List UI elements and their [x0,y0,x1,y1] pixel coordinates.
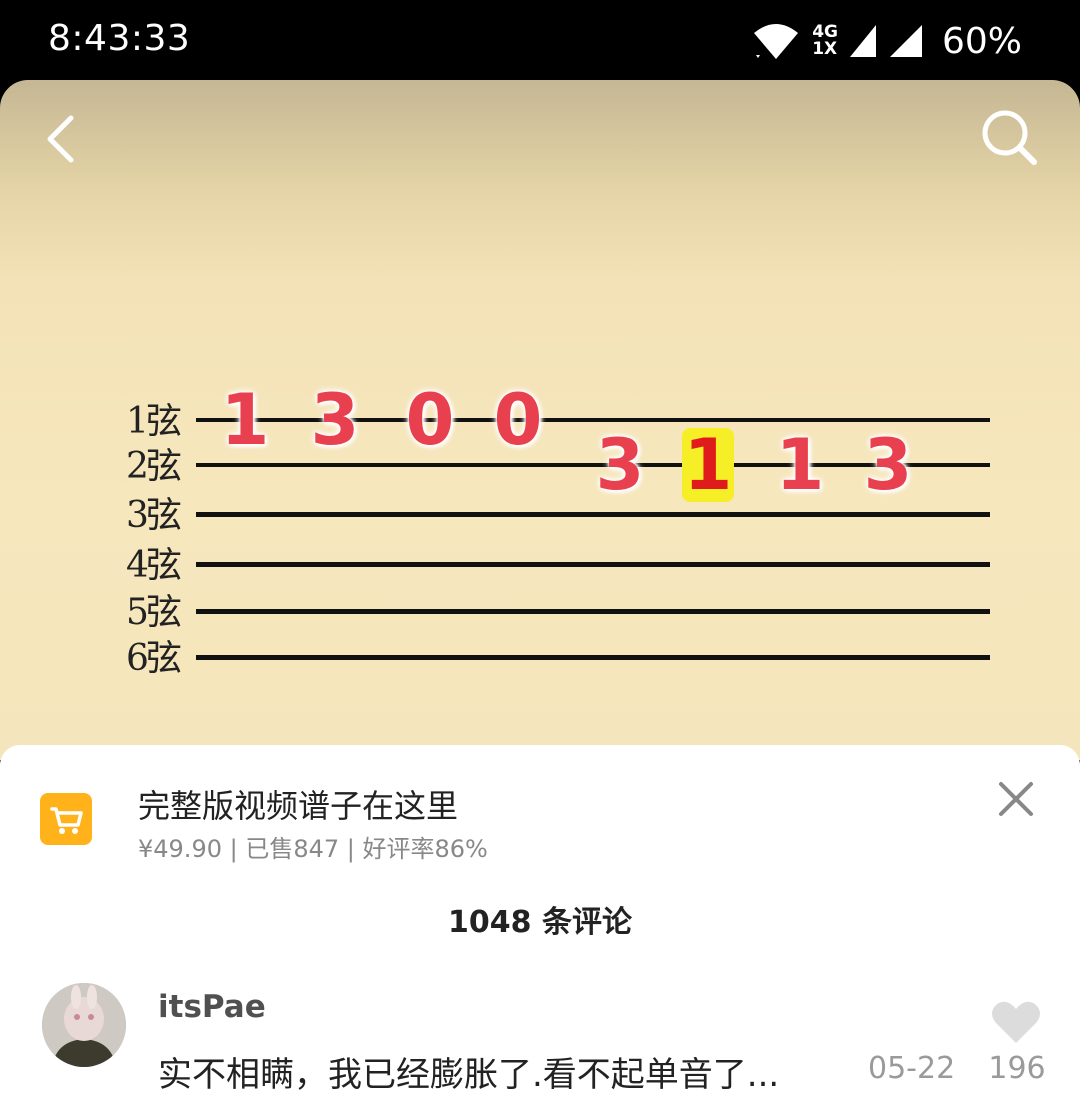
tab-note: 0 [493,379,543,461]
like-count: 196 [988,1051,1046,1086]
comment-count: 1048 条评论 [448,905,632,940]
tab-note: 3 [863,424,913,506]
video-player[interactable]: 1弦 2弦 3弦 4弦 5弦 6弦 1 3 0 0 3 1 1 3 [0,80,1080,760]
signal-icon-small [849,25,876,57]
tab-note: 1 [775,424,825,506]
comment-username[interactable]: itsPae [158,989,266,1025]
tab-note: 3 [595,424,645,506]
signal-icon [889,25,922,57]
avatar-image [42,983,126,1067]
string-label: 3弦 [126,495,182,536]
product-title[interactable]: 完整版视频谱子在这里 [138,781,458,827]
close-button[interactable] [996,779,1036,819]
wifi-icon [754,24,799,59]
comment-date: 05-22 [868,1051,956,1086]
product-meta: ¥49.90 | 已售847 | 好评率86% [138,835,488,863]
like-button[interactable] [990,999,1042,1045]
close-icon [999,782,1033,816]
cart-icon[interactable] [40,793,92,845]
string-line [196,512,990,517]
comment-text[interactable]: 实不相瞒，我已经膨胀了.看不起单音了... [158,1047,858,1096]
string-label: 1弦 [126,401,182,442]
battery-level: 60% [941,20,1022,62]
string-label: 4弦 [126,545,182,586]
avatar[interactable] [42,983,126,1067]
string-line [196,655,990,660]
tab-note-current: 1 [682,424,734,506]
tab-note: 1 [220,379,270,461]
comment-sheet: 完整版视频谱子在这里 ¥49.90 | 已售847 | 好评率86% 1048 … [0,745,1080,1120]
tab-note: 0 [405,379,455,461]
shopping-cart-icon [50,807,83,834]
network-type: 4G 1X [812,24,838,58]
network-label-bottom: 1X [812,39,838,59]
tab-note: 3 [310,379,360,461]
string-label: 6弦 [126,638,182,679]
string-line [196,562,990,567]
string-label: 5弦 [126,592,182,633]
status-time: 8:43:33 [48,18,191,59]
heart-icon [992,1001,1040,1043]
status-bar: 8:43:33 4G 1X 60% [0,0,1080,80]
string-label: 2弦 [126,446,182,487]
string-line [196,609,990,614]
status-icons: 4G 1X 60% [752,18,1022,64]
guitar-tablature: 1弦 2弦 3弦 4弦 5弦 6弦 1 3 0 0 3 1 1 3 [0,80,1080,760]
